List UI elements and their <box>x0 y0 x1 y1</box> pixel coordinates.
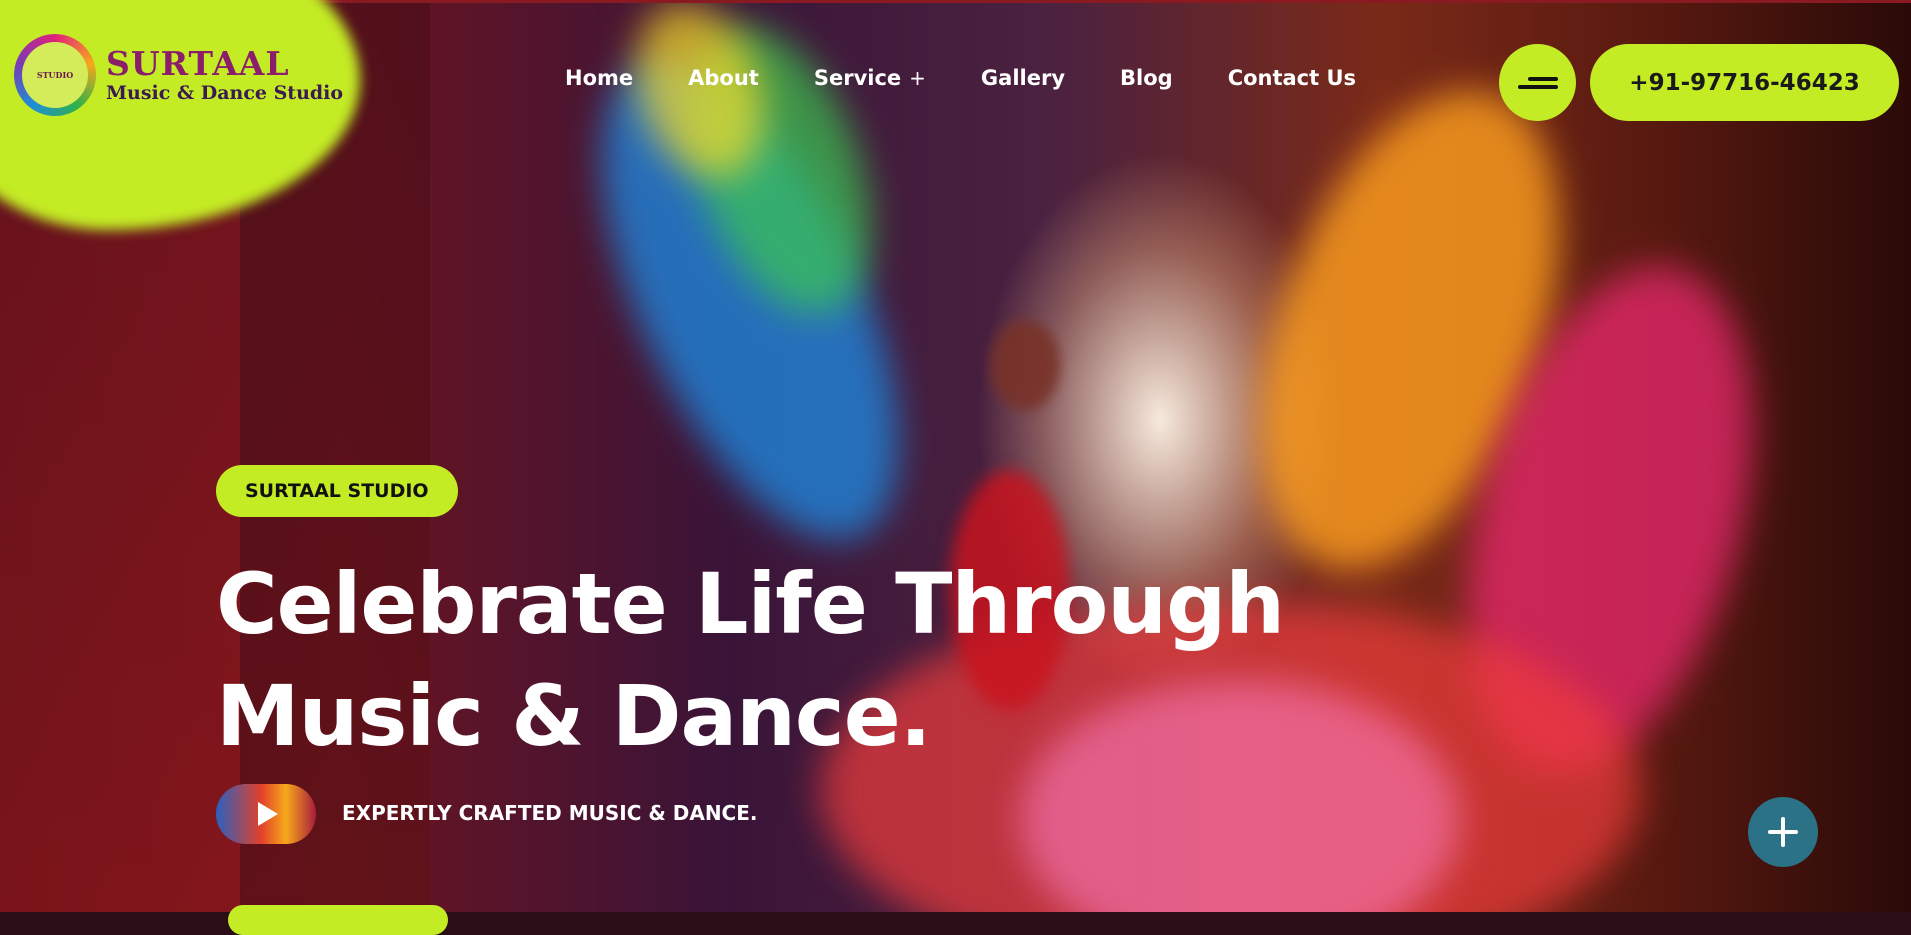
floating-plus-button[interactable] <box>1748 797 1818 867</box>
main-nav: Home About Service + Gallery Blog Contact… <box>565 66 1411 90</box>
nav-about-label: About <box>688 66 759 90</box>
hero-headline-line1: Celebrate Life Through <box>216 555 1285 653</box>
hero-tag-badge: SURTAAL STUDIO <box>216 465 458 517</box>
hamburger-menu-icon <box>1517 74 1558 92</box>
nav-service[interactable]: Service + <box>814 66 926 90</box>
logo-emblem-icon: STUDIO <box>14 34 96 116</box>
nav-about[interactable]: About <box>688 66 759 90</box>
logo-emblem-inner: STUDIO <box>22 42 88 108</box>
logo-text: SURTAAL Music & Dance Studio <box>106 44 344 105</box>
hero-cta-button[interactable] <box>228 905 448 935</box>
nav-blog-label: Blog <box>1120 66 1173 90</box>
nav-blog[interactable]: Blog <box>1120 66 1173 90</box>
nav-home-label: Home <box>565 66 634 90</box>
logo-title: SURTAAL <box>106 44 290 83</box>
play-icon <box>258 802 278 826</box>
nav-service-label: Service <box>813 66 902 90</box>
site-logo[interactable]: STUDIO SURTAAL Music & Dance Studio <box>14 34 343 116</box>
logo-tagline: Music & Dance Studio <box>106 82 344 104</box>
video-play-button[interactable] <box>216 784 316 844</box>
dancer-head <box>990 320 1060 410</box>
plus-icon <box>1768 817 1798 847</box>
phone-call-button[interactable]: +91-97716-46423 <box>1590 44 1899 121</box>
hero-headline-line2: Music & Dance. <box>216 667 932 765</box>
nav-gallery-label: Gallery <box>980 66 1066 90</box>
submenu-plus-icon: + <box>909 66 926 90</box>
nav-home[interactable]: Home <box>565 66 633 90</box>
logo-emblem-text: STUDIO <box>36 70 74 80</box>
menu-toggle-button[interactable] <box>1499 44 1576 121</box>
nav-contact[interactable]: Contact Us <box>1228 66 1356 90</box>
hero-headline: Celebrate Life Through Music & Dance. <box>216 548 1396 772</box>
hero-subtitle: EXPERTLY CRAFTED MUSIC & DANCE. <box>342 801 758 825</box>
nav-contact-label: Contact Us <box>1227 66 1357 90</box>
nav-gallery[interactable]: Gallery <box>981 66 1065 90</box>
